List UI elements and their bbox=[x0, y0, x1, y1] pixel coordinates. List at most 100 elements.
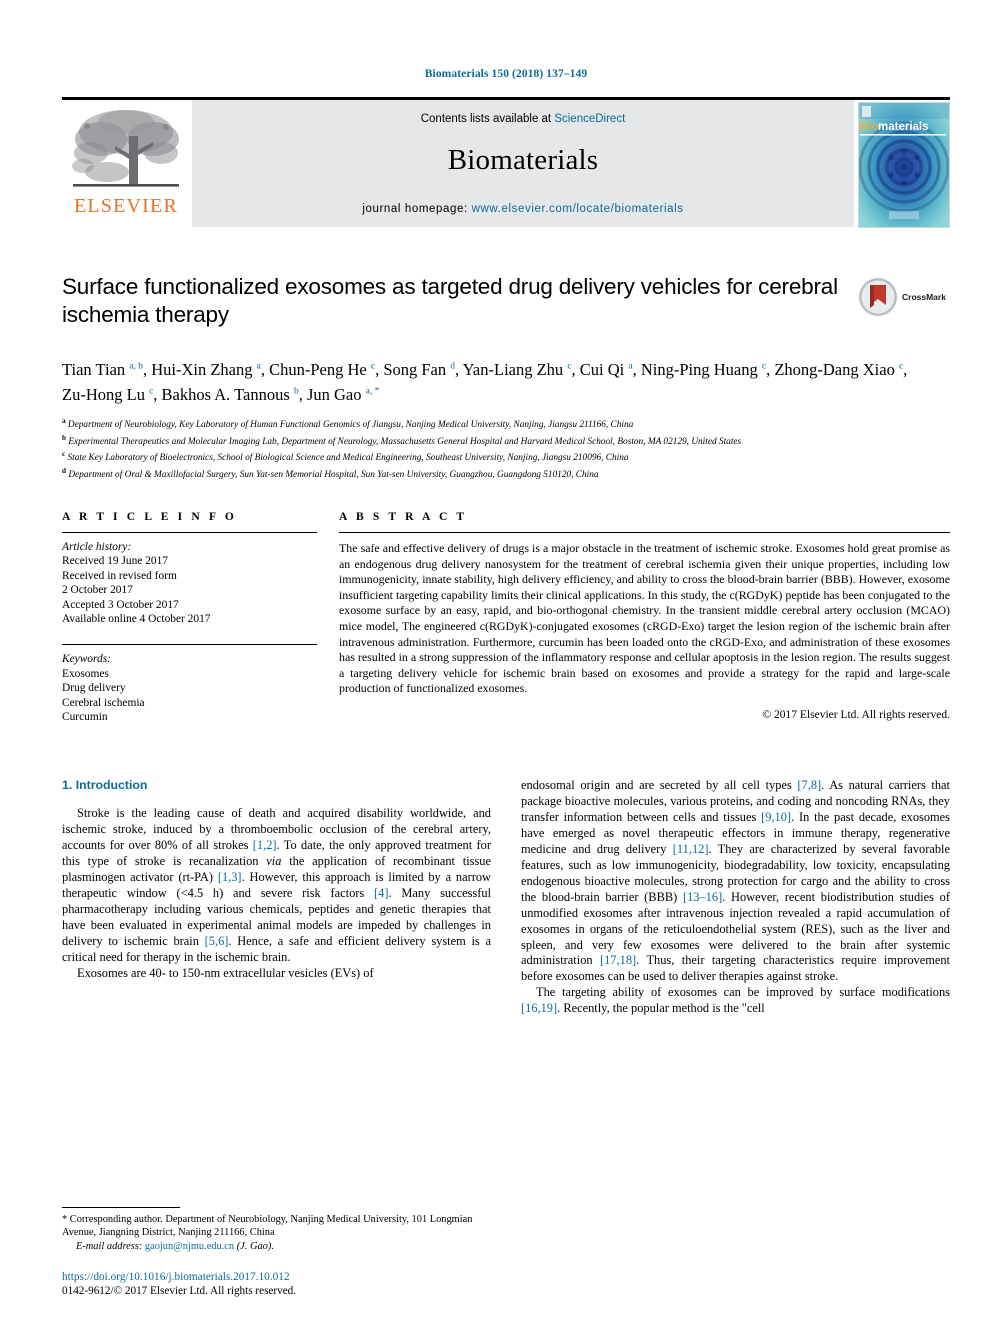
svg-text:materials: materials bbox=[878, 121, 929, 133]
article-info-column: A R T I C L E I N F O Article history: R… bbox=[62, 511, 317, 724]
citation-ref[interactable]: [5,6] bbox=[205, 934, 229, 948]
citation-ref[interactable]: [13–16] bbox=[683, 890, 722, 904]
affiliation-item: b Experimental Therapeutics and Molecula… bbox=[62, 432, 932, 449]
history-item: Received 19 June 2017 bbox=[62, 555, 168, 568]
keyword-item: Drug delivery bbox=[62, 682, 126, 695]
affiliation-item: d Department of Oral & Maxillofacial Sur… bbox=[62, 465, 932, 482]
author-list: Tian Tian a, b, Hui-Xin Zhang a, Chun-Pe… bbox=[62, 355, 922, 406]
history-item: Available online 4 October 2017 bbox=[62, 613, 211, 626]
body-left-column: 1. Introduction Stroke is the leading ca… bbox=[62, 778, 491, 1017]
author-entry: Song Fan d, bbox=[383, 359, 463, 379]
history-item: Accepted 3 October 2017 bbox=[62, 598, 179, 611]
author-name: Yan-Liang Zhu bbox=[462, 359, 564, 379]
keyword-item: Cerebral ischemia bbox=[62, 696, 145, 709]
citation-ref[interactable]: [1,3] bbox=[218, 870, 242, 884]
author-name: Ning-Ping Huang bbox=[640, 359, 758, 379]
author-entry: Bakhos A. Tannous b, bbox=[161, 385, 307, 404]
author-name: Song Fan bbox=[383, 359, 447, 379]
running-head: Biomaterials 150 (2018) 137–149 bbox=[424, 68, 588, 80]
footnote-rule bbox=[62, 1206, 180, 1208]
section-heading-introduction: 1. Introduction bbox=[62, 778, 491, 792]
citation-ref[interactable]: [11,12] bbox=[673, 842, 709, 856]
body-columns: 1. Introduction Stroke is the leading ca… bbox=[62, 778, 950, 1017]
paragraph: Exosomes are 40- to 150-nm extracellular… bbox=[77, 965, 374, 980]
author-name: Jun Gao bbox=[306, 385, 362, 404]
journal-title: Biomaterials bbox=[447, 144, 599, 176]
homepage-prefix: journal homepage: bbox=[362, 203, 472, 215]
journal-homepage-link[interactable]: www.elsevier.com/locate/biomaterials bbox=[472, 203, 684, 215]
keywords-label: Keywords: bbox=[62, 653, 111, 666]
affiliation-list: a Department of Neurobiology, Key Labora… bbox=[62, 415, 932, 481]
doi-link[interactable]: https://doi.org/10.1016/j.biomaterials.2… bbox=[62, 1270, 491, 1284]
author-name: Zu-Hong Lu bbox=[62, 385, 145, 404]
citation-ref[interactable]: [16,19] bbox=[521, 1001, 557, 1015]
author-name: Chun-Peng He bbox=[269, 359, 367, 379]
article-info-heading: A R T I C L E I N F O bbox=[62, 511, 237, 523]
abstract-copyright: © 2017 Elsevier Ltd. All rights reserved… bbox=[762, 708, 950, 721]
affiliation-item: c State Key Laboratory of Bioelectronics… bbox=[62, 448, 932, 465]
crossmark-badge[interactable]: CrossMark bbox=[858, 275, 950, 319]
svg-text:Bio: Bio bbox=[860, 121, 879, 133]
sciencedirect-link[interactable]: ScienceDirect bbox=[554, 113, 625, 125]
keyword-item: Curcumin bbox=[62, 711, 108, 724]
author-name: Hui-Xin Zhang bbox=[151, 359, 253, 379]
crossmark-icon bbox=[859, 278, 897, 316]
citation-ref[interactable]: [9,10] bbox=[761, 810, 791, 824]
affiliation-mark: c bbox=[62, 450, 66, 458]
title-block: Surface functionalized exosomes as targe… bbox=[62, 273, 950, 337]
author-entry: Zu-Hong Lu c, bbox=[62, 385, 162, 404]
corresponding-author-mark[interactable]: a, * bbox=[366, 387, 380, 397]
section-number: 1. bbox=[62, 778, 73, 793]
section-title: Introduction bbox=[75, 778, 148, 793]
article-history-block: Article history: Received 19 June 2017 R… bbox=[62, 533, 317, 626]
history-item: 2 October 2017 bbox=[62, 584, 133, 597]
citation-ref[interactable]: [7,8] bbox=[797, 778, 821, 792]
info-abstract-region: A R T I C L E I N F O Article history: R… bbox=[62, 511, 950, 724]
author-name: Bakhos A. Tannous bbox=[161, 385, 290, 404]
email-note: E-mail address: gaojun@njmu.edu.cn (J. G… bbox=[62, 1240, 491, 1253]
history-item: Received in revised form bbox=[62, 569, 177, 582]
crossmark-label: CrossMark bbox=[902, 292, 946, 302]
affiliation-text: Department of Neurobiology, Key Laborato… bbox=[67, 420, 634, 431]
paragraph: The targeting ability of exosomes can be… bbox=[521, 985, 950, 1016]
journal-cover-thumbnail: Bio materials bbox=[858, 102, 950, 228]
author-name: Zhong-Dang Xiao bbox=[774, 359, 895, 379]
article-title: Surface functionalized exosomes as targe… bbox=[62, 274, 838, 327]
affiliation-mark: b bbox=[62, 433, 66, 442]
body-right-column: endosomal origin and are secreted by all… bbox=[521, 778, 950, 1017]
contents-prefix: Contents lists available at bbox=[420, 113, 555, 125]
author-entry: Tian Tian a, b, bbox=[62, 359, 152, 379]
article-history-label: Article history: bbox=[62, 541, 132, 553]
abstract-column: A B S T R A C T The safe and effective d… bbox=[339, 511, 950, 724]
affiliation-text: Department of Oral & Maxillofacial Surge… bbox=[68, 469, 599, 480]
citation-ref[interactable]: [17,18] bbox=[600, 953, 636, 967]
author-affil-mark[interactable]: a, b bbox=[129, 361, 143, 371]
paragraph: Stroke is the leading cause of death and… bbox=[62, 806, 492, 964]
affiliation-item: a Department of Neurobiology, Key Labora… bbox=[62, 415, 932, 432]
journal-masthead: ELSEVIER Contents lists available at Sci… bbox=[62, 97, 950, 228]
page-footnote: * Corresponding author. Department of Ne… bbox=[62, 1206, 491, 1297]
abstract-text: The safe and effective delivery of drugs… bbox=[339, 541, 950, 696]
author-entry: Ning-Ping Huang c, bbox=[640, 359, 775, 379]
paragraph: endosomal origin and are secreted by all… bbox=[521, 778, 950, 984]
email-link[interactable]: gaojun@njmu.edu.cn bbox=[145, 1241, 234, 1252]
author-name: Cui Qi bbox=[579, 359, 625, 379]
author-entry: Hui-Xin Zhang a, bbox=[151, 359, 270, 379]
email-label: E-mail address: bbox=[76, 1240, 143, 1252]
email-suffix: (J. Gao). bbox=[236, 1240, 274, 1252]
affiliation-text: Experimental Therapeutics and Molecular … bbox=[68, 436, 742, 447]
citation-ref[interactable]: [1,2] bbox=[253, 838, 277, 852]
affiliation-mark: a bbox=[62, 417, 66, 425]
issn-copyright-line: 0142-9612/© 2017 Elsevier Ltd. All right… bbox=[62, 1285, 297, 1297]
author-entry: Yan-Liang Zhu c, bbox=[462, 359, 580, 379]
citation-ref[interactable]: [4] bbox=[374, 886, 388, 900]
contents-available-line: Contents lists available at ScienceDirec… bbox=[192, 100, 854, 125]
corresponding-author-note: * Corresponding author. Department of Ne… bbox=[62, 1213, 473, 1239]
article-page: Biomaterials 150 (2018) 137–149 ELSEVIER… bbox=[62, 0, 950, 1323]
affiliation-mark: d bbox=[62, 466, 66, 475]
keyword-item: Exosomes bbox=[62, 667, 109, 680]
elsevier-wordmark: ELSEVIER bbox=[73, 195, 179, 217]
journal-band: Contents lists available at ScienceDirec… bbox=[192, 100, 854, 227]
author-entry: Cui Qi a, bbox=[579, 359, 641, 379]
